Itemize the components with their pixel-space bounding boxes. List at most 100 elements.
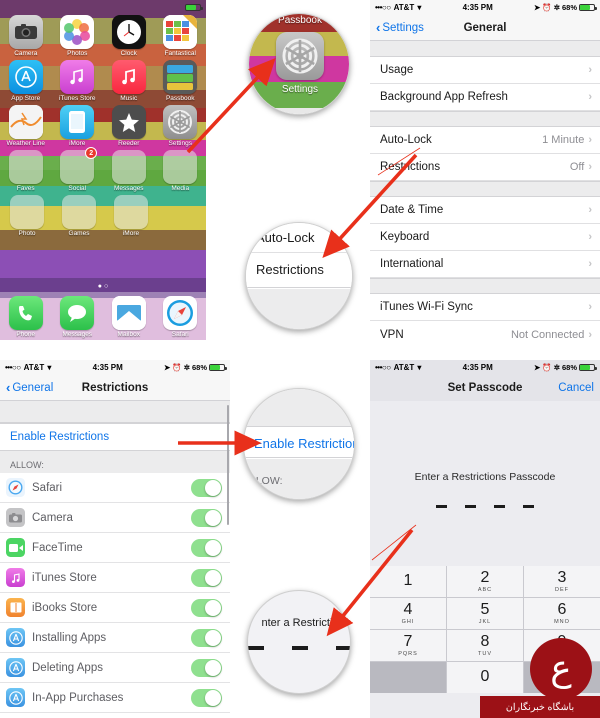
enable-restrictions-button[interactable]: Enable Restrictions (0, 423, 230, 451)
row-usage[interactable]: Usage › (370, 57, 600, 84)
bluetooth-icon: ✲ (553, 3, 560, 12)
restriction-row-deleting-apps[interactable]: Deleting Apps (0, 653, 230, 683)
alarm-icon: ⏰ (172, 363, 182, 372)
app-settings[interactable]: Settings (158, 105, 202, 147)
scrollbar[interactable] (227, 405, 229, 525)
folder-games[interactable]: Games (57, 195, 101, 237)
safari-icon (163, 296, 198, 330)
restriction-row-ibooks-store[interactable]: iBooks Store (0, 593, 230, 623)
magnifier-enable-restrictions: Enable Restrictions LLOW: (243, 388, 355, 500)
restriction-row-facetime[interactable]: FaceTime (0, 533, 230, 563)
itunes-store-icon (60, 60, 95, 94)
app-label: iTunes Store (58, 95, 96, 102)
key-6[interactable]: 6 MNO (524, 598, 600, 629)
row-date-time[interactable]: Date & Time › (370, 197, 600, 224)
app-label: Messages (62, 331, 93, 338)
app-camera[interactable]: Camera (4, 15, 48, 57)
back-button[interactable]: ‹ Settings (376, 21, 424, 34)
key-letters: DEF (555, 587, 569, 593)
restriction-toggle[interactable] (191, 508, 222, 527)
restriction-row-safari[interactable]: Safari (0, 473, 230, 503)
restriction-toggle[interactable] (191, 478, 222, 497)
restriction-toggle[interactable] (191, 598, 222, 617)
restriction-row-itunes-store[interactable]: iTunes Store (0, 563, 230, 593)
restriction-toggle[interactable] (191, 688, 222, 707)
folder-faves[interactable]: Faves (4, 150, 48, 192)
magnified-passcode-dashes (248, 646, 350, 650)
app-label: Games (68, 230, 90, 237)
row-itunes-wifi-sync[interactable]: iTunes Wi-Fi Sync › (370, 294, 600, 321)
row-background-app-refresh[interactable]: Background App Refresh › (370, 84, 600, 111)
watermark-text: باشگاه خبرنگاران (480, 696, 600, 718)
app-clock[interactable]: Clock (107, 15, 151, 57)
key-number: 2 (480, 569, 490, 586)
app-music[interactable]: Music (107, 60, 151, 102)
app-label: iMore (69, 140, 86, 147)
restriction-row-siri[interactable]: Siri (0, 713, 230, 718)
passcode-dash (436, 505, 447, 508)
key-number: 5 (480, 601, 490, 618)
restriction-row-installing-apps[interactable]: Installing Apps (0, 623, 230, 653)
restriction-toggle[interactable] (191, 538, 222, 557)
magnified-settings-gear-icon[interactable] (276, 32, 324, 80)
location-arrow-icon: ➤ (534, 363, 541, 372)
restriction-row-camera[interactable]: Camera (0, 503, 230, 533)
key-7[interactable]: 7 PQRS (370, 630, 446, 661)
row-label: Background App Refresh (380, 91, 508, 103)
facetime-icon (6, 538, 25, 557)
key-5[interactable]: 5 JKL (447, 598, 523, 629)
mailbox-icon (111, 296, 146, 330)
dock-app-mailbox[interactable]: Mailbox (107, 296, 151, 338)
dock-app-messages[interactable]: Messages (55, 296, 99, 338)
app-passbook[interactable]: Passbook (158, 60, 202, 102)
restriction-row-in-app-purchases[interactable]: In-App Purchases (0, 683, 230, 713)
key-2[interactable]: 2 ABC (447, 566, 523, 597)
allow-section-header: ALLOW: (0, 451, 230, 473)
app-label: Clock (120, 50, 137, 57)
passcode-dash (523, 505, 534, 508)
cancel-button[interactable]: Cancel (558, 382, 594, 394)
magnified-restrictions-label[interactable]: Restrictions (256, 262, 324, 277)
folder-icon (111, 150, 146, 184)
magnified-enable-restrictions-label[interactable]: Enable Restrictions (254, 436, 354, 451)
restriction-toggle[interactable] (191, 568, 222, 587)
folder-photo[interactable]: Photo (5, 195, 49, 237)
row-international[interactable]: International › (370, 251, 600, 278)
key-4[interactable]: 4 GHI (370, 598, 446, 629)
watermark-glyph: ع (550, 648, 572, 689)
app-photos[interactable]: Photos (55, 15, 99, 57)
iphone-restrictions-screen: •••○○ AT&T ▾ 4:35 PM ➤ ⏰ ✲ 68% ‹ General… (0, 360, 230, 718)
restriction-toggle[interactable] (191, 658, 222, 677)
dock-app-safari[interactable]: Safari (158, 296, 202, 338)
app-weather-line[interactable]: Weather Line (4, 105, 48, 147)
app-app-store[interactable]: App Store (4, 60, 48, 102)
app-fantastical[interactable]: Fantastical (158, 15, 202, 57)
app-imore[interactable]: iMore (55, 105, 99, 147)
restriction-toggle[interactable] (191, 628, 222, 647)
status-right: ➤ ⏰ ✲ 68% (534, 3, 597, 12)
app-label: Reeder (118, 140, 140, 147)
settings-gear-icon (163, 105, 198, 139)
key-1[interactable]: 1 (370, 566, 446, 597)
key-3[interactable]: 3 DEF (524, 566, 600, 597)
folder-messages[interactable]: Messages (107, 150, 151, 192)
folder-social[interactable]: 2 Social (55, 147, 99, 192)
back-button[interactable]: ‹ General (6, 381, 53, 394)
app-reeder[interactable]: Reeder (107, 105, 151, 147)
wifi-icon: ▾ (47, 363, 52, 372)
row-vpn[interactable]: VPN Not Connected › (370, 321, 600, 348)
row-restrictions[interactable]: Restrictions Off › (370, 154, 600, 181)
app-label: Phone (16, 331, 36, 338)
app-itunes-store[interactable]: iTunes Store (55, 60, 99, 102)
restriction-label: Camera (32, 511, 73, 524)
dock-app-phone[interactable]: Phone (4, 296, 48, 338)
phone-icon (8, 296, 43, 330)
row-keyboard[interactable]: Keyboard › (370, 224, 600, 251)
row-value: 1 Minute (542, 134, 585, 146)
row-auto-lock[interactable]: Auto-Lock 1 Minute › (370, 127, 600, 154)
chevron-left-icon: ‹ (376, 20, 381, 35)
folder-imore[interactable]: iMore (109, 195, 153, 237)
app-label: Messages (113, 185, 144, 192)
app-label: iMore (122, 230, 140, 237)
folder-media[interactable]: Media (158, 150, 202, 192)
